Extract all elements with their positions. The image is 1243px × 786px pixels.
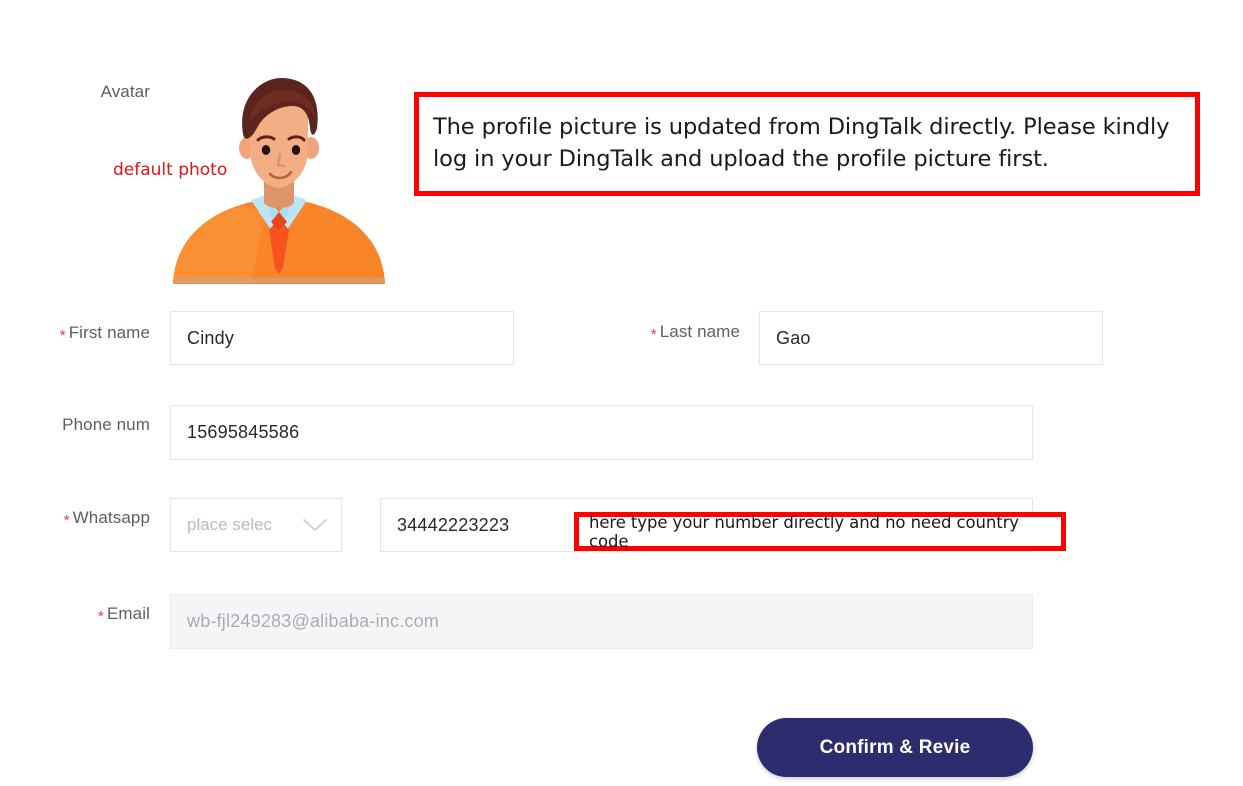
required-asterisk: *	[59, 327, 66, 344]
email-label-text: Email	[106, 604, 150, 623]
avatar-annotation: The profile picture is updated from Ding…	[414, 92, 1200, 196]
last-name-label-text: Last name	[659, 322, 740, 341]
first-name-label: * First name	[0, 323, 150, 344]
phone-value: 15695845586	[187, 422, 300, 442]
whatsapp-label-text: Whatsapp	[72, 508, 150, 527]
chevron-down-icon	[303, 519, 327, 531]
last-name-input[interactable]: Gao	[759, 311, 1103, 365]
first-name-value: Cindy	[187, 327, 235, 348]
email-label: * Email	[0, 604, 150, 625]
required-asterisk: *	[98, 608, 104, 625]
whatsapp-country-placeholder: place selec	[187, 515, 273, 534]
confirm-and-review-button-label: Confirm & Revie	[819, 736, 971, 758]
whatsapp-number-value: 34442223223	[397, 514, 510, 535]
avatar-annotation-text: The profile picture is updated from Ding…	[433, 114, 1170, 172]
first-name-input[interactable]: Cindy	[170, 311, 514, 365]
user-avatar-illustration	[165, 62, 393, 284]
confirm-and-review-button[interactable]: Confirm & Revie	[757, 718, 1033, 777]
phone-label-text: Phone num	[62, 415, 150, 434]
email-value: wb-fjl249283@alibaba-inc.com	[187, 611, 440, 631]
profile-form-page: Avatar default photo The profile picture…	[0, 0, 1243, 786]
whatsapp-annotation-text: here type your number directly and no ne…	[589, 512, 1019, 551]
avatar-label-text: Avatar	[100, 82, 150, 101]
whatsapp-annotation: here type your number directly and no ne…	[574, 512, 1066, 551]
required-asterisk: *	[63, 512, 70, 529]
whatsapp-country-select[interactable]: place selec	[170, 498, 342, 552]
whatsapp-label: * Whatsapp	[0, 508, 150, 529]
avatar-label: Avatar	[0, 82, 150, 102]
first-name-label-text: First name	[68, 323, 150, 342]
last-name-value: Gao	[776, 327, 811, 348]
phone-input[interactable]: 15695845586	[170, 405, 1033, 460]
last-name-label: * Last name	[470, 322, 740, 343]
required-asterisk: *	[650, 326, 657, 343]
email-input: wb-fjl249283@alibaba-inc.com	[170, 594, 1033, 649]
phone-label: Phone num	[0, 415, 150, 435]
